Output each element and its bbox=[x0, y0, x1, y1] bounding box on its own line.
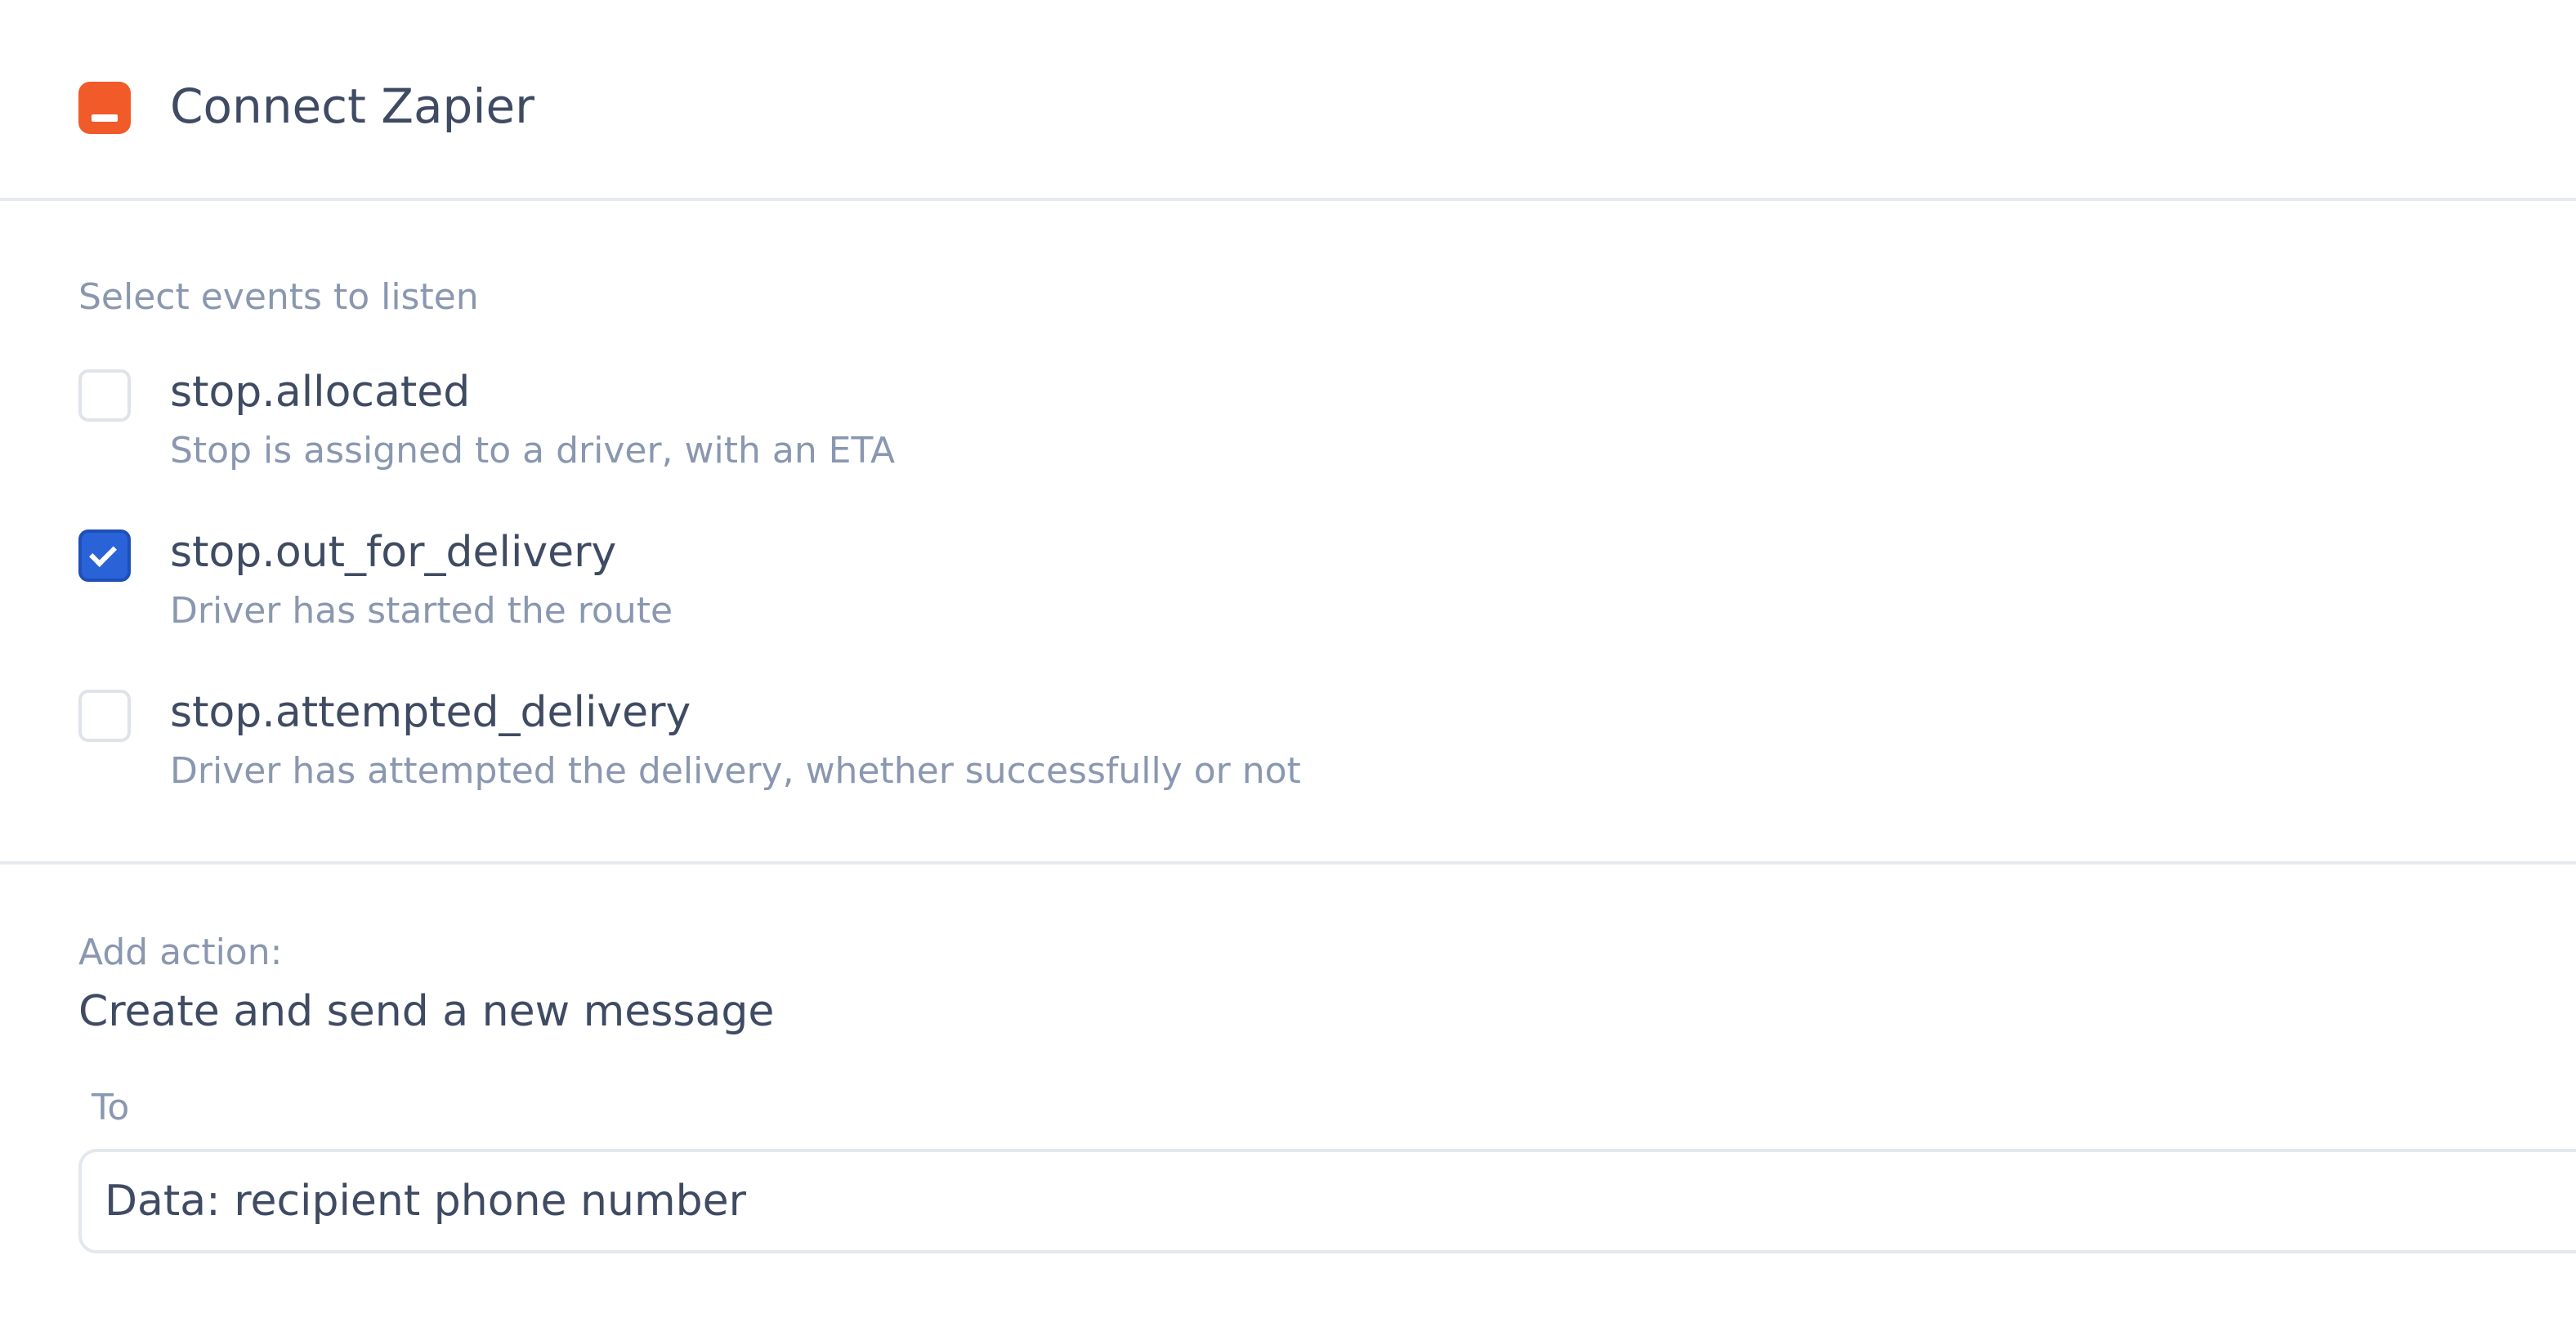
events-section: Select events to listen stop.allocated S… bbox=[0, 204, 2576, 865]
event-option-stop-allocated[interactable]: stop.allocated Stop is assigned to a dri… bbox=[78, 366, 2449, 497]
logo-bar bbox=[92, 114, 118, 122]
event-option-stop-attempted-delivery[interactable]: stop.attempted_delivery Driver has attem… bbox=[78, 686, 2449, 817]
page-title: Connect Zapier bbox=[170, 78, 534, 134]
action-title: Create and send a new message bbox=[78, 987, 775, 1036]
action-section: Add action: Create and send a new messag… bbox=[0, 868, 2576, 1327]
event-option-stop-out-for-delivery[interactable]: stop.out_for_delivery Driver has started… bbox=[78, 526, 2449, 657]
to-field-label: To bbox=[92, 1087, 130, 1128]
event-description: Driver has attempted the delivery, wheth… bbox=[170, 750, 1301, 792]
event-name: stop.allocated bbox=[170, 368, 471, 417]
add-action-label: Add action: bbox=[78, 932, 283, 973]
event-name: stop.attempted_delivery bbox=[170, 688, 691, 737]
event-name: stop.out_for_delivery bbox=[170, 528, 617, 577]
event-description: Driver has started the route bbox=[170, 590, 673, 632]
events-section-label: Select events to listen bbox=[78, 276, 479, 318]
event-checkbox[interactable] bbox=[78, 369, 131, 422]
page-header: Connect Zapier bbox=[0, 0, 2576, 201]
to-input[interactable] bbox=[78, 1149, 2576, 1253]
check-icon bbox=[89, 539, 117, 567]
event-checkbox[interactable] bbox=[78, 529, 131, 582]
zapier-logo-icon bbox=[78, 82, 131, 134]
event-description: Stop is assigned to a driver, with an ET… bbox=[170, 430, 896, 471]
event-checkbox[interactable] bbox=[78, 690, 131, 742]
